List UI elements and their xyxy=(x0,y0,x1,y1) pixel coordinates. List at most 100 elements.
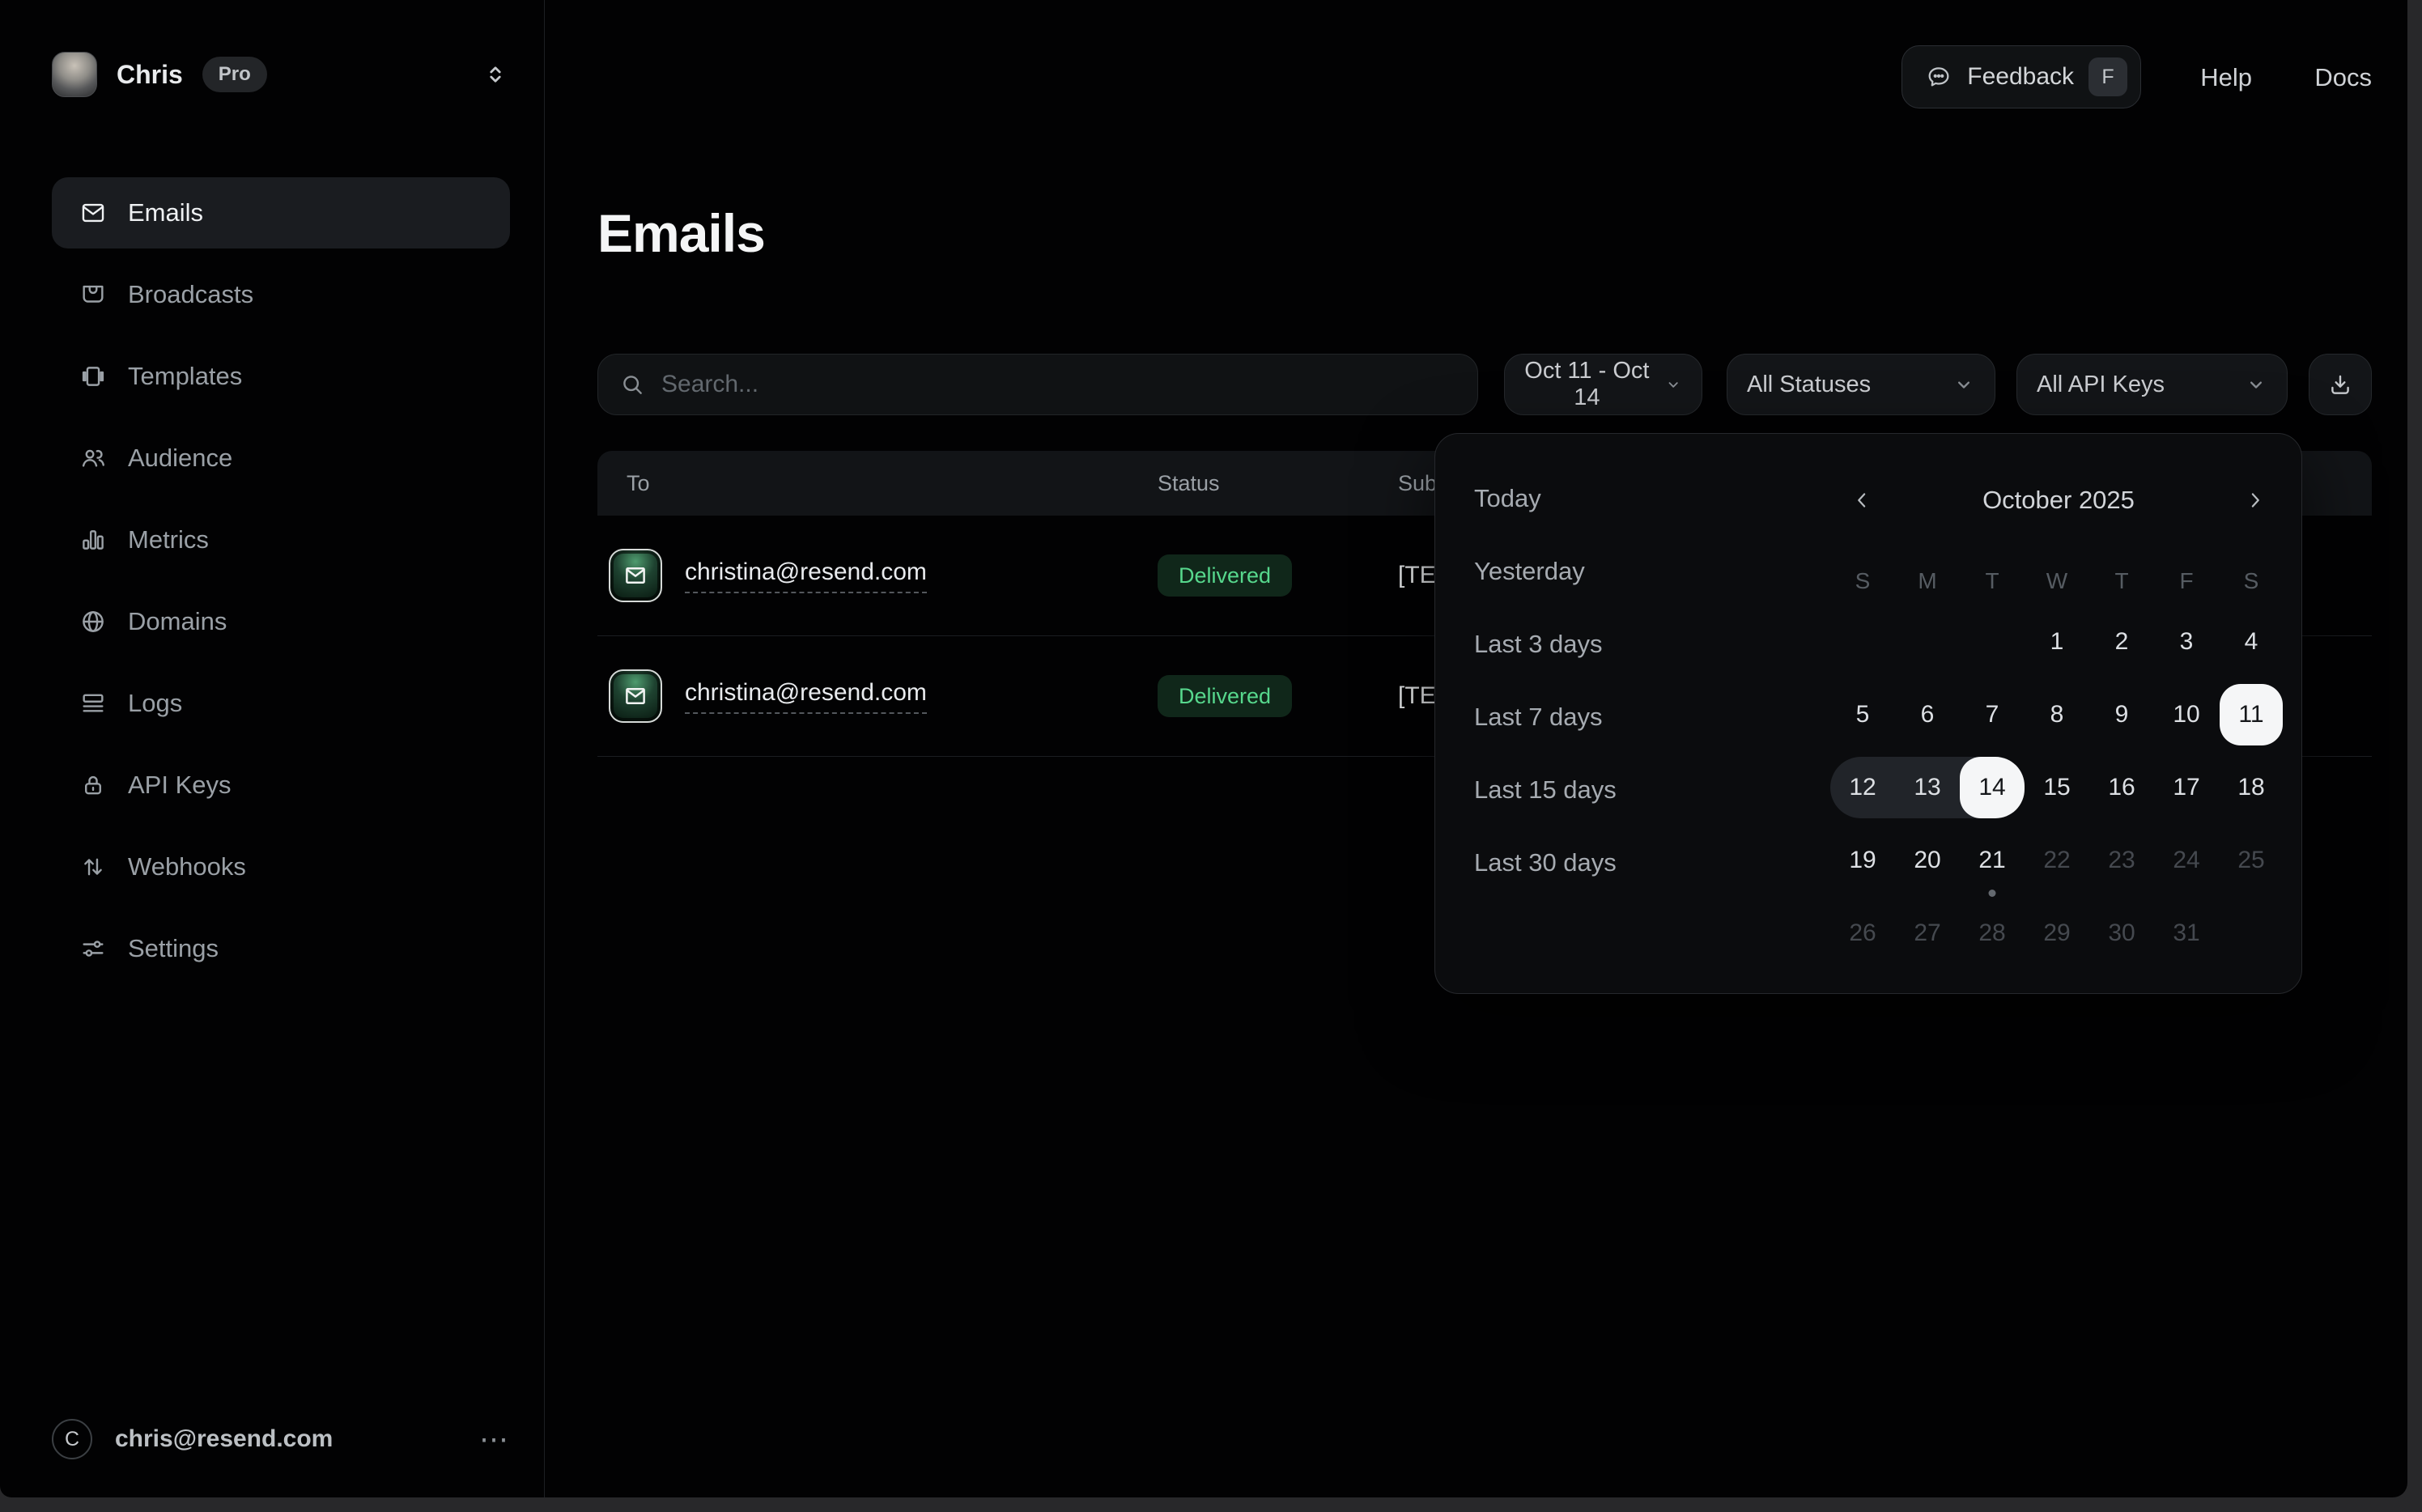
day-cell-26[interactable]: 26 xyxy=(1830,897,1895,970)
user-menu-button[interactable]: ⋯ xyxy=(479,1431,510,1447)
sidebar-item-audience[interactable]: Audience xyxy=(52,423,510,494)
preset-last-15-days[interactable]: Last 15 days xyxy=(1472,754,1788,826)
feedback-shortcut-badge: F xyxy=(2088,57,2127,96)
day-cell-28[interactable]: 28 xyxy=(1960,897,2025,970)
page-title: Emails xyxy=(597,202,765,264)
api-keys-icon xyxy=(79,771,107,799)
preset-today[interactable]: Today xyxy=(1472,462,1788,535)
sidebar-item-api-keys[interactable]: API Keys xyxy=(52,750,510,821)
sidebar-item-metrics[interactable]: Metrics xyxy=(52,504,510,575)
status-badge: Delivered xyxy=(1158,675,1292,717)
feedback-bubble-icon xyxy=(1925,63,1952,91)
docs-link[interactable]: Docs xyxy=(2314,63,2372,92)
day-cell-30[interactable]: 30 xyxy=(2089,897,2154,970)
day-cell-23[interactable]: 23 xyxy=(2089,824,2154,897)
day-cell-22[interactable]: 22 xyxy=(2025,824,2089,897)
next-month-button[interactable] xyxy=(2237,482,2273,518)
day-cell-15[interactable]: 15 xyxy=(2025,751,2089,824)
download-icon xyxy=(2327,372,2353,397)
date-range-filter-button[interactable]: Oct 11 - Oct 14 xyxy=(1504,354,1702,415)
day-number: 11 xyxy=(2220,684,2283,745)
search-input[interactable] xyxy=(661,371,1456,398)
sidebar-item-templates[interactable]: Templates xyxy=(52,341,510,412)
day-cell-5[interactable]: 5 xyxy=(1830,678,1895,751)
day-cell-11[interactable]: 11 xyxy=(2219,678,2284,751)
preset-yesterday[interactable]: Yesterday xyxy=(1472,535,1788,608)
chevron-down-icon xyxy=(1664,373,1682,396)
day-cell-27[interactable]: 27 xyxy=(1895,897,1960,970)
day-cell-8[interactable]: 8 xyxy=(2025,678,2089,751)
feedback-button[interactable]: Feedback F xyxy=(1901,45,2141,108)
settings-icon xyxy=(79,935,107,962)
day-cell-18[interactable]: 18 xyxy=(2219,751,2284,824)
workspace-name: Chris xyxy=(117,60,183,90)
preset-last-30-days[interactable]: Last 30 days xyxy=(1472,826,1788,899)
templates-icon xyxy=(79,363,107,390)
day-number: 16 xyxy=(2089,757,2154,818)
day-cell-14[interactable]: 14 xyxy=(1960,751,2025,824)
recipient-email-link[interactable]: christina@resend.com xyxy=(685,679,927,714)
broadcasts-icon xyxy=(79,281,107,308)
sidebar-item-label: Webhooks xyxy=(128,852,246,881)
day-cell-2[interactable]: 2 xyxy=(2089,605,2154,678)
sidebar-item-settings[interactable]: Settings xyxy=(52,913,510,984)
weekday-label: M xyxy=(1895,562,1960,601)
column-header-status: Status xyxy=(1158,471,1398,496)
workspace-switcher[interactable]: Chris Pro xyxy=(52,42,510,107)
envelope-icon xyxy=(623,684,648,708)
app-window: Chris Pro Emails Broadcasts Templates Au… xyxy=(0,0,2407,1497)
toolbar: Oct 11 - Oct 14 All Statuses All API Key… xyxy=(597,354,2372,415)
audience-icon xyxy=(79,444,107,472)
sidebar-item-broadcasts[interactable]: Broadcasts xyxy=(52,259,510,330)
day-cell-12[interactable]: 12 xyxy=(1830,751,1895,824)
envelope-icon xyxy=(623,563,648,588)
sidebar: Chris Pro Emails Broadcasts Templates Au… xyxy=(0,0,545,1497)
day-cell-9[interactable]: 9 xyxy=(2089,678,2154,751)
date-range-picker-popup: TodayYesterdayLast 3 daysLast 7 daysLast… xyxy=(1434,433,2302,994)
sidebar-item-domains[interactable]: Domains xyxy=(52,586,510,657)
day-cell-1[interactable]: 1 xyxy=(2025,605,2089,678)
export-button[interactable] xyxy=(2309,354,2372,415)
preset-last-3-days[interactable]: Last 3 days xyxy=(1472,608,1788,681)
preset-last-7-days[interactable]: Last 7 days xyxy=(1472,681,1788,754)
api-key-filter-button[interactable]: All API Keys xyxy=(2016,354,2288,415)
sidebar-item-label: Audience xyxy=(128,444,232,473)
day-cell-20[interactable]: 20 xyxy=(1895,824,1960,897)
day-cell-21[interactable]: 21 xyxy=(1960,824,2025,897)
day-number: 28 xyxy=(1960,903,2025,964)
help-link[interactable]: Help xyxy=(2200,63,2252,92)
sidebar-item-webhooks[interactable]: Webhooks xyxy=(52,831,510,903)
sidebar-item-label: Emails xyxy=(128,198,203,227)
day-cell-13[interactable]: 13 xyxy=(1895,751,1960,824)
day-cell-31[interactable]: 31 xyxy=(2154,897,2219,970)
day-cell-10[interactable]: 10 xyxy=(2154,678,2219,751)
to-cell: christina@resend.com xyxy=(597,669,1158,723)
day-number: 8 xyxy=(2025,684,2089,745)
email-avatar-icon xyxy=(609,669,662,723)
day-cell-4[interactable]: 4 xyxy=(2219,605,2284,678)
workspace-avatar xyxy=(52,52,97,97)
day-cell-29[interactable]: 29 xyxy=(2025,897,2089,970)
sidebar-item-emails[interactable]: Emails xyxy=(52,177,510,248)
date-presets: TodayYesterdayLast 3 daysLast 7 daysLast… xyxy=(1472,462,1788,899)
sidebar-footer: C chris@resend.com ⋯ xyxy=(52,1416,510,1462)
day-cell-7[interactable]: 7 xyxy=(1960,678,2025,751)
day-number: 22 xyxy=(2025,830,2089,891)
day-cell-6[interactable]: 6 xyxy=(1895,678,1960,751)
previous-month-button[interactable] xyxy=(1844,482,1880,518)
day-cell-19[interactable]: 19 xyxy=(1830,824,1895,897)
day-number: 31 xyxy=(2154,903,2219,964)
day-cell-17[interactable]: 17 xyxy=(2154,751,2219,824)
day-cell-24[interactable]: 24 xyxy=(2154,824,2219,897)
date-range-filter-label: Oct 11 - Oct 14 xyxy=(1524,358,1650,411)
day-cell-25[interactable]: 25 xyxy=(2219,824,2284,897)
status-filter-button[interactable]: All Statuses xyxy=(1727,354,1995,415)
sidebar-item-logs[interactable]: Logs xyxy=(52,668,510,739)
day-number: 21 xyxy=(1960,830,2025,891)
recipient-email-link[interactable]: christina@resend.com xyxy=(685,559,927,593)
sidebar-item-label: Domains xyxy=(128,607,227,636)
day-cell-3[interactable]: 3 xyxy=(2154,605,2219,678)
day-cell-16[interactable]: 16 xyxy=(2089,751,2154,824)
day-number: 17 xyxy=(2154,757,2219,818)
today-indicator-dot xyxy=(1989,890,1996,897)
